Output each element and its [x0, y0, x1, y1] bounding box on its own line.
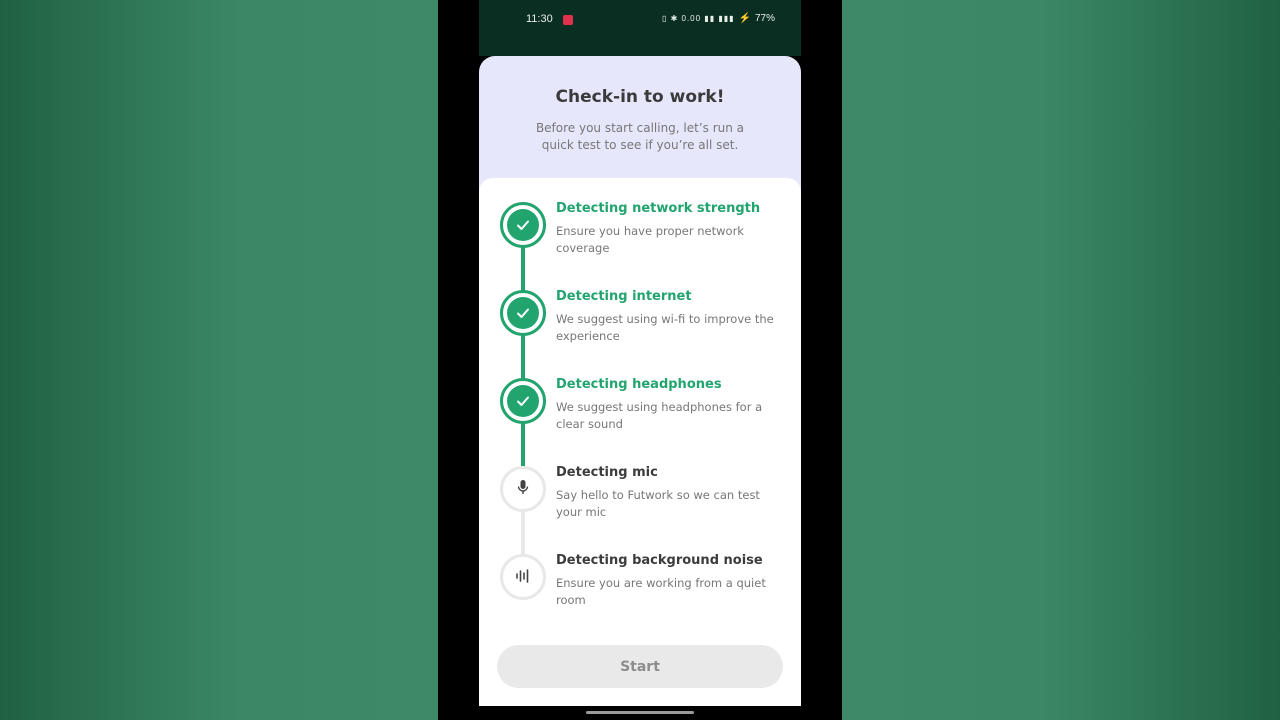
step-title: Detecting network strength: [556, 201, 761, 216]
step-status-pending: [500, 554, 546, 600]
start-button[interactable]: Start: [497, 645, 783, 688]
step-title: Detecting headphones: [556, 377, 722, 392]
page-title: Check-in to work!: [555, 87, 725, 107]
status-time: 11:30: [526, 13, 553, 25]
battery-level: 77%: [754, 13, 775, 24]
step-status-done: [500, 202, 546, 248]
check-icon: [507, 297, 539, 329]
home-indicator[interactable]: [586, 711, 694, 714]
checklist-card: Detecting network strength Ensure you ha…: [479, 178, 801, 706]
checklist-item-internet: Detecting internet We suggest using wi-f…: [479, 266, 801, 354]
step-description: We suggest using headphones for a clear …: [556, 400, 763, 431]
status-bar: 11:30 ▯ ✱ 0.00 ▮▮ ▮▮▮ ⚡ 77%: [479, 0, 801, 56]
notification-app-icon: [563, 15, 573, 25]
checklist-item-headphones: Detecting headphones We suggest using he…: [479, 354, 801, 442]
status-icons: ▯ ✱ 0.00 ▮▮ ▮▮▮: [661, 14, 735, 23]
checklist-item-mic: Detecting mic Say hello to Futwork so we…: [479, 442, 801, 530]
microphone-icon: [516, 479, 530, 499]
step-title: Detecting internet: [556, 289, 692, 304]
sound-wave-icon: [515, 568, 531, 587]
step-status-pending: [500, 466, 546, 512]
step-description: We suggest using wi-fi to improve the ex…: [556, 312, 774, 343]
step-description: Ensure you are working from a quiet room: [556, 576, 766, 607]
status-indicators: ▯ ✱ 0.00 ▮▮ ▮▮▮ ⚡ 77%: [662, 13, 775, 24]
background-left: [0, 0, 438, 720]
step-description: Ensure you have proper network coverage: [556, 224, 744, 255]
step-status-done: [500, 290, 546, 336]
checklist-item-network: Detecting network strength Ensure you ha…: [479, 178, 801, 266]
check-icon: [507, 209, 539, 241]
background-right: [842, 0, 1280, 720]
step-status-done: [500, 378, 546, 424]
checklist-item-background-noise: Detecting background noise Ensure you ar…: [479, 530, 801, 618]
step-title: Detecting background noise: [556, 553, 763, 568]
step-description: Say hello to Futwork so we can test your…: [556, 488, 760, 519]
page-subtitle: Before you start calling, let’s run a qu…: [535, 121, 745, 152]
step-title: Detecting mic: [556, 465, 658, 480]
battery-charging-icon: ⚡: [738, 13, 751, 24]
check-icon: [507, 385, 539, 417]
